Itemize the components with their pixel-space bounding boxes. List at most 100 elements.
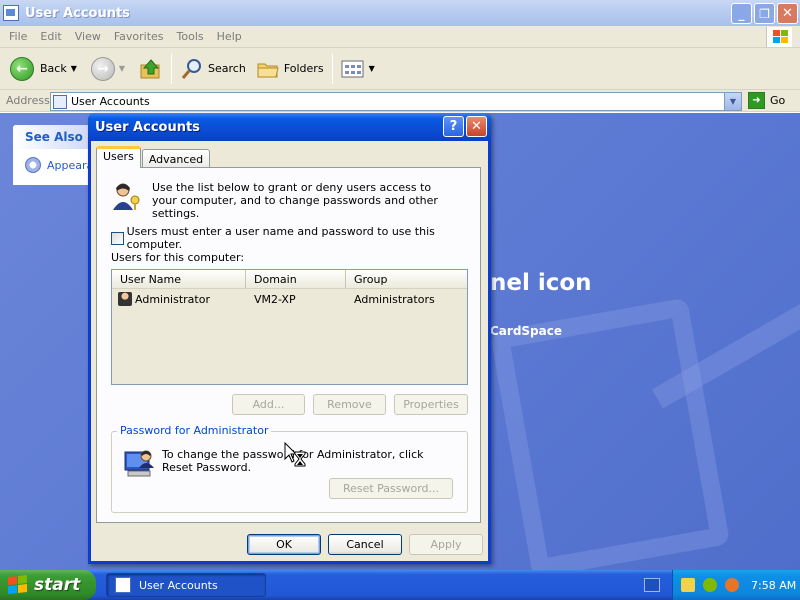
folders-icon [257, 63, 279, 77]
back-dropdown-icon[interactable]: ▼ [71, 64, 77, 73]
taskbar: start User Accounts 7:58 AM [0, 570, 800, 600]
system-tray: 7:58 AM [672, 570, 800, 600]
views-icon [341, 60, 364, 77]
user-computer-icon [124, 450, 154, 477]
window-titlebar: User Accounts _ ❐ ✕ [0, 0, 800, 26]
windows-flag-icon [8, 575, 28, 595]
tab-users[interactable]: Users [96, 146, 141, 168]
cancel-button[interactable]: Cancel [328, 534, 402, 555]
search-icon [181, 58, 202, 79]
maximize-button[interactable]: ❐ [754, 3, 775, 24]
require-login-checkbox[interactable] [111, 231, 124, 245]
add-user-button[interactable]: Add... [232, 394, 305, 415]
start-button[interactable]: start [0, 570, 96, 600]
forward-dropdown-icon[interactable]: ▼ [119, 64, 125, 73]
close-button[interactable]: ✕ [777, 3, 798, 24]
cell-group: Administrators [354, 292, 435, 306]
start-label: start [34, 575, 81, 595]
security-shield-icon[interactable] [681, 578, 695, 592]
dialog-tabs: Users Advanced [96, 146, 211, 168]
back-arrow-icon: ← [10, 56, 34, 81]
address-value: User Accounts [71, 95, 150, 108]
table-row[interactable]: Administrator VM2-XP Administrators [112, 290, 467, 308]
users-tab-panel: Use the list below to grant or deny user… [96, 167, 481, 523]
column-group[interactable]: Group [346, 270, 467, 288]
appearance-icon [25, 157, 41, 173]
see-also-link-label: Appeara [47, 158, 94, 172]
users-keys-icon [113, 183, 140, 210]
user-accounts-dialog: User Accounts ? ✕ Users Advanced Use the… [88, 113, 491, 564]
address-input[interactable]: User Accounts ▼ [50, 92, 742, 111]
views-dropdown-icon[interactable]: ▼ [369, 64, 375, 73]
menu-tools[interactable]: Tools [177, 30, 204, 43]
network-icon[interactable] [703, 578, 717, 592]
window-title: User Accounts [25, 5, 130, 21]
background-heading: nel icon [490, 270, 592, 296]
require-login-label[interactable]: Users must enter a user name and passwor… [127, 225, 480, 251]
folders-label: Folders [283, 62, 324, 75]
menu-view[interactable]: View [75, 30, 101, 43]
back-label: Back [40, 62, 67, 75]
go-button[interactable]: ➜ Go [748, 92, 785, 109]
taskbar-item-label: User Accounts [139, 578, 218, 592]
search-label: Search [208, 62, 246, 75]
menu-help[interactable]: Help [217, 30, 242, 43]
menu-favorites[interactable]: Favorites [114, 30, 164, 43]
up-folder-icon [140, 58, 160, 78]
user-accounts-icon [53, 94, 67, 109]
dialog-body: Users Advanced Use the list below to gra… [91, 141, 488, 561]
users-list[interactable]: User Name Domain Group Administrator VM2… [111, 269, 468, 385]
dialog-close-button[interactable]: ✕ [466, 116, 487, 137]
reset-password-button[interactable]: Reset Password... [329, 478, 453, 499]
menu-file[interactable]: File [9, 30, 27, 43]
intro-text: Use the list below to grant or deny user… [152, 181, 438, 220]
clock[interactable]: 7:58 AM [751, 579, 796, 592]
properties-button[interactable]: Properties [394, 394, 468, 415]
toolbar-separator [171, 53, 173, 84]
standard-toolbar: ← Back ▼ → ▼ Search Folders ▼ [0, 48, 800, 90]
cell-domain: VM2-XP [254, 292, 296, 306]
dialog-titlebar: User Accounts ? ✕ [88, 113, 491, 141]
users-list-header: User Name Domain Group [112, 270, 467, 289]
menu-bar: File Edit View Favorites Tools Help [0, 26, 800, 48]
remove-user-button[interactable]: Remove [313, 394, 386, 415]
see-also-link-appearance[interactable]: Appeara [25, 157, 93, 173]
forward-arrow-icon: → [90, 56, 115, 81]
minimize-button[interactable]: _ [731, 3, 752, 24]
up-folder-button[interactable] [135, 52, 167, 86]
keyboard-icon[interactable] [644, 578, 660, 592]
busy-cursor-icon [284, 442, 306, 467]
cell-user-name: Administrator [135, 292, 210, 306]
dialog-title: User Accounts [95, 119, 200, 135]
address-label: Address [6, 94, 50, 107]
forward-button[interactable]: → ▼ [87, 52, 129, 86]
user-icon [118, 292, 132, 306]
ok-button[interactable]: OK [247, 534, 321, 555]
toolbar-separator [331, 53, 333, 84]
windows-logo-icon [766, 27, 792, 47]
apply-button[interactable]: Apply [409, 534, 483, 555]
taskbar-item-user-accounts[interactable]: User Accounts [106, 573, 266, 597]
go-arrow-icon: ➜ [748, 92, 765, 109]
column-domain[interactable]: Domain [246, 270, 346, 288]
address-bar: Address User Accounts ▼ ➜ Go [0, 90, 800, 112]
menu-edit[interactable]: Edit [40, 30, 61, 43]
user-accounts-app-icon [3, 5, 19, 21]
checkmark-watermark-icon [489, 297, 731, 570]
address-dropdown-icon[interactable]: ▼ [724, 93, 741, 110]
column-user-name[interactable]: User Name [112, 270, 246, 288]
back-button[interactable]: ← Back ▼ [6, 52, 81, 86]
search-tray-icon[interactable] [725, 578, 739, 592]
tab-advanced[interactable]: Advanced [141, 149, 211, 168]
folders-button[interactable]: Folders [252, 52, 328, 86]
views-button[interactable]: ▼ [337, 52, 379, 86]
users-list-label: Users for this computer: [111, 251, 245, 264]
password-help-text: To change the password for Administrator… [162, 448, 424, 474]
password-group-title: Password for Administrator [117, 424, 272, 437]
dialog-help-button[interactable]: ? [443, 116, 464, 137]
go-label: Go [770, 94, 786, 107]
require-login-option[interactable]: Users must enter a user name and passwor… [111, 225, 480, 251]
background-cardspace-link[interactable]: CardSpace [490, 324, 562, 338]
user-accounts-task-icon [115, 577, 131, 593]
search-button[interactable]: Search [176, 52, 250, 86]
